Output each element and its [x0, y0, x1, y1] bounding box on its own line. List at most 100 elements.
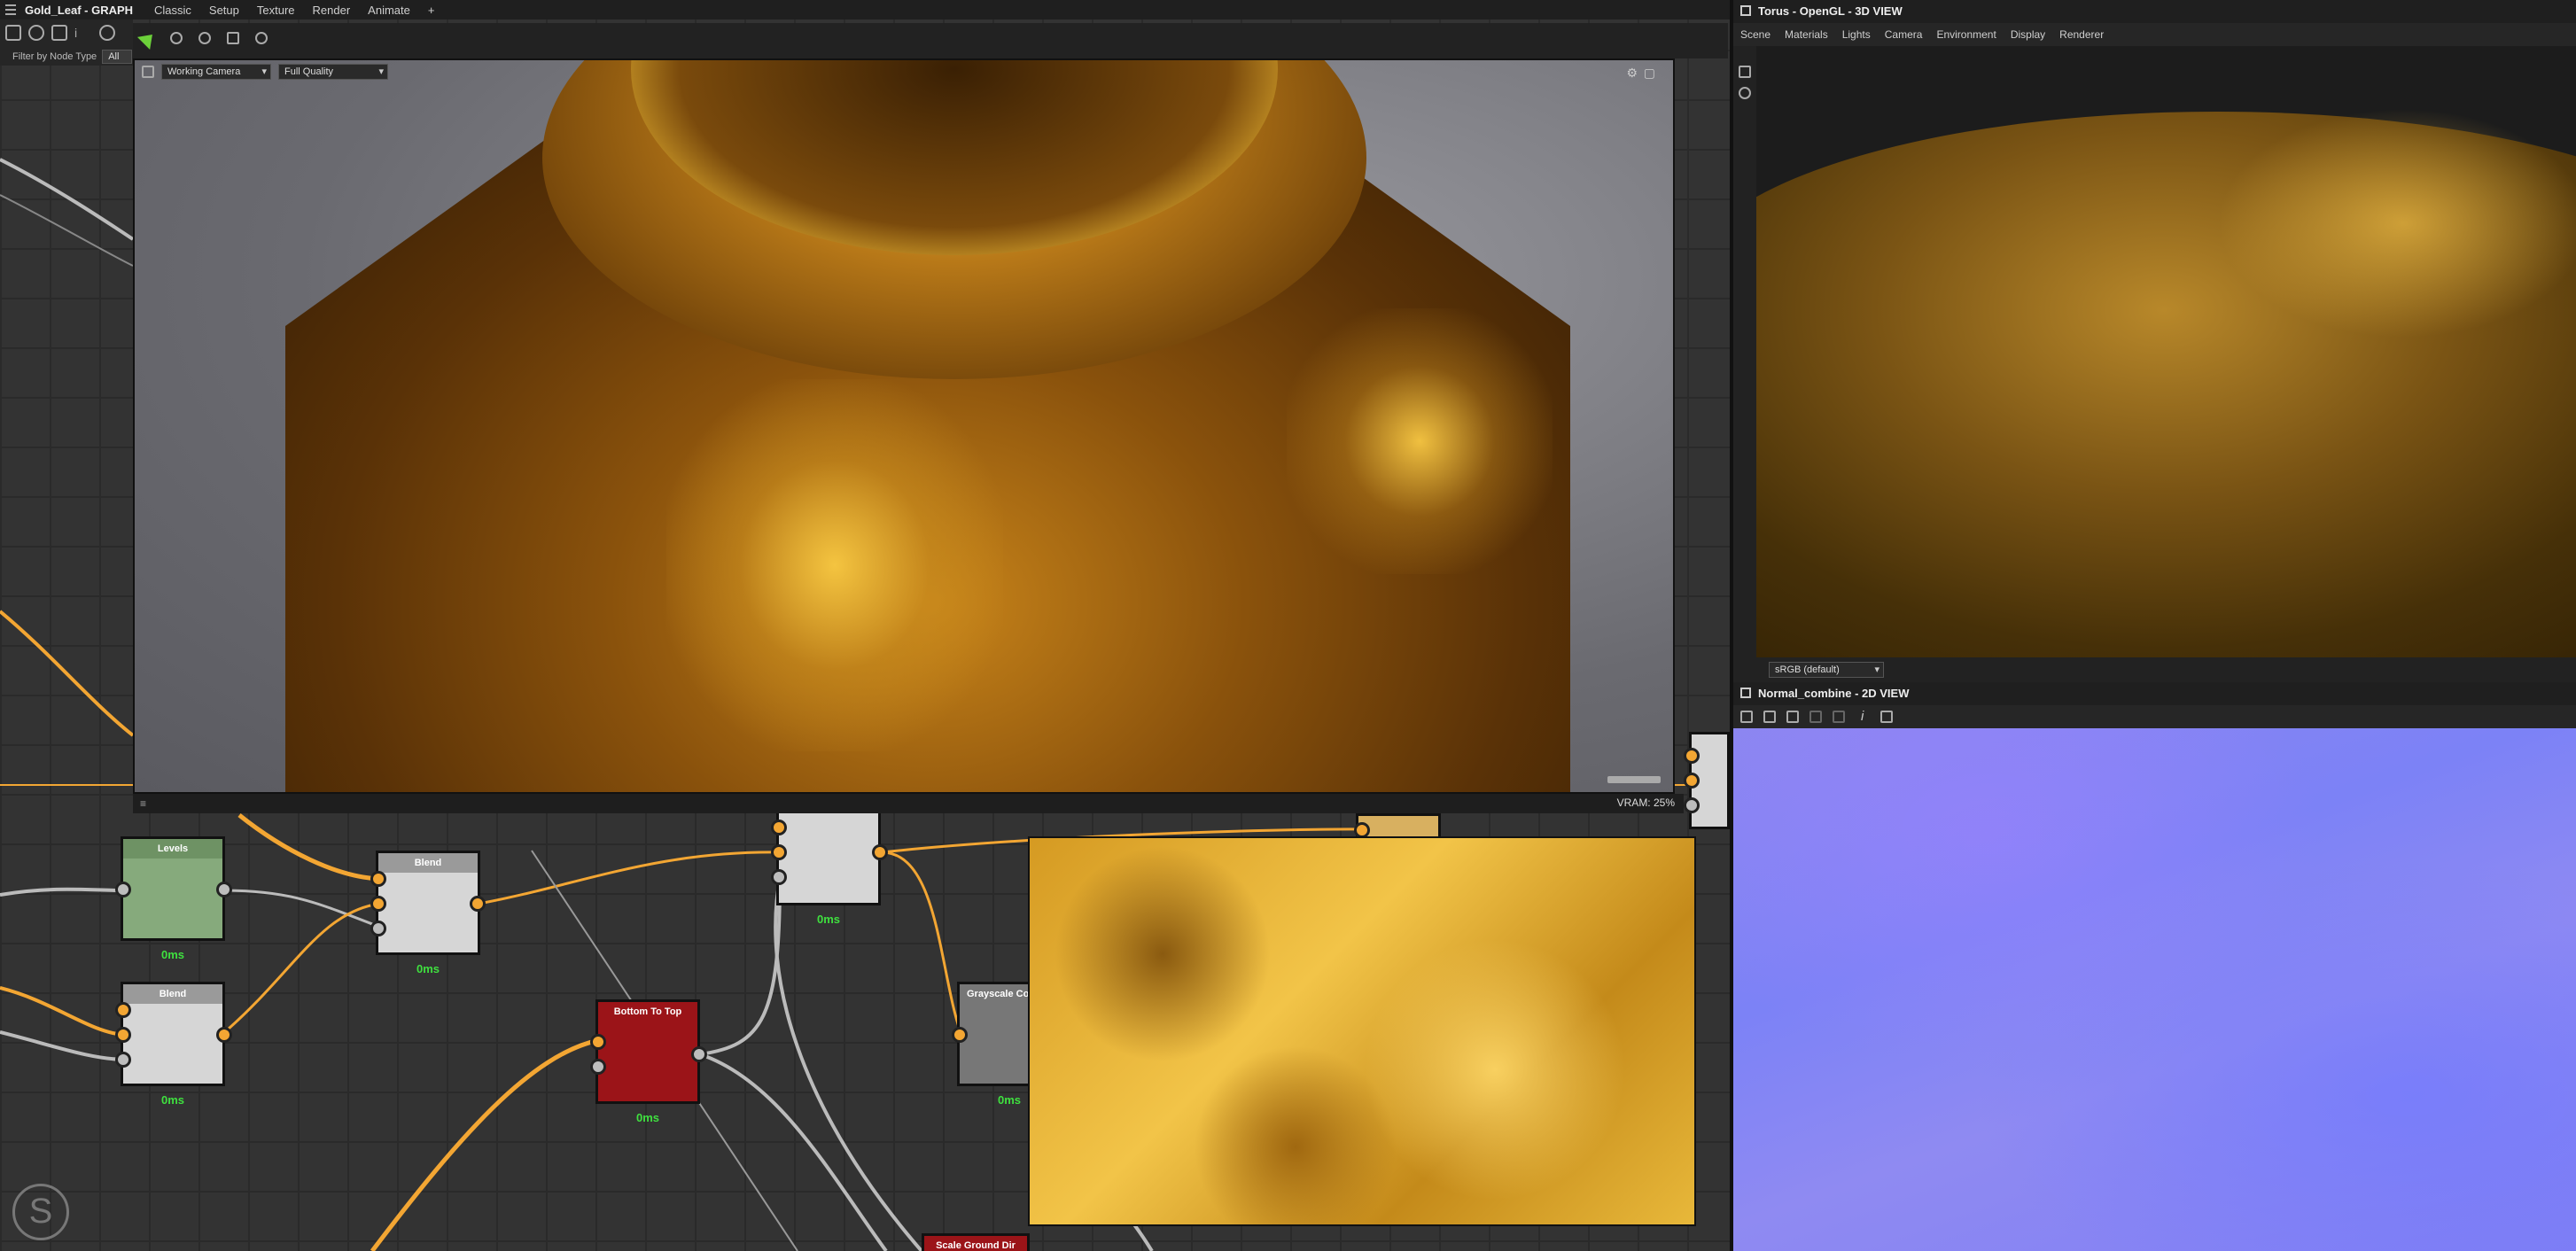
highlight	[666, 379, 1003, 751]
histogram-icon[interactable]	[1880, 711, 1893, 723]
settings-icon[interactable]: ⚙	[1626, 66, 1638, 81]
graph-title-bar: Gold_Leaf - GRAPH Classic Setup Texture …	[0, 0, 1730, 19]
render-viewport[interactable]: Working Camera Full Quality ⚙ ▢	[133, 58, 1675, 794]
output-port[interactable]	[216, 1027, 232, 1043]
texture-preview[interactable]	[1028, 836, 1696, 1226]
view-3d-panel: Torus - OpenGL - 3D VIEW Scene Materials…	[1733, 0, 2576, 682]
input-port[interactable]	[370, 871, 386, 887]
input-port[interactable]	[771, 820, 787, 835]
viewport-statusbar: ≡ VRAM: 25%	[133, 794, 1684, 813]
camera-icon[interactable]	[1739, 66, 1751, 78]
progress-bar	[1607, 776, 1661, 783]
output-port[interactable]	[216, 882, 232, 897]
light-icon[interactable]	[1739, 87, 1751, 99]
tab-animate[interactable]: Animate	[359, 4, 419, 17]
uv-icon[interactable]	[1833, 711, 1845, 723]
frame-icon[interactable]	[5, 25, 21, 41]
menu-lights[interactable]: Lights	[1835, 28, 1878, 41]
view-2d-toolbar: i	[1733, 705, 2576, 728]
input-port[interactable]	[370, 896, 386, 912]
view-3d-title-bar: Torus - OpenGL - 3D VIEW	[1733, 0, 2576, 23]
output-port[interactable]	[470, 896, 486, 912]
graph-node[interactable]: 0ms	[776, 810, 881, 926]
input-port[interactable]	[1684, 797, 1700, 813]
input-port[interactable]	[1684, 773, 1700, 789]
input-port[interactable]	[115, 1027, 131, 1043]
node-title: Scale Ground Dir	[924, 1236, 1027, 1251]
input-port[interactable]	[115, 1002, 131, 1018]
view-2d-panel: Normal_combine - 2D VIEW i	[1733, 682, 2576, 1251]
input-port[interactable]	[370, 921, 386, 936]
filter-label: Filter by Node Type	[12, 51, 97, 62]
tab-setup[interactable]: Setup	[200, 4, 248, 17]
input-port[interactable]	[590, 1059, 606, 1075]
node-title: Bottom To Top	[598, 1002, 697, 1022]
camera-icon[interactable]	[142, 66, 154, 78]
view-2d-title-bar: Normal_combine - 2D VIEW	[1733, 682, 2576, 705]
input-port[interactable]	[771, 844, 787, 860]
add-tab-button[interactable]: +	[419, 4, 444, 17]
output-port[interactable]	[872, 844, 888, 860]
scale-node[interactable]: Scale Ground Dir	[922, 1233, 1030, 1251]
view-3d-canvas[interactable]	[1756, 46, 2576, 657]
globe-icon[interactable]	[198, 32, 211, 44]
highlight	[1287, 308, 1553, 574]
node-time: 0ms	[160, 1093, 185, 1107]
graph-title: Gold_Leaf - GRAPH	[25, 3, 134, 17]
channel-icon[interactable]	[1809, 711, 1822, 723]
menu-renderer[interactable]: Renderer	[2052, 28, 2111, 41]
camera-icon[interactable]	[51, 25, 67, 41]
input-port[interactable]	[590, 1034, 606, 1050]
info-icon[interactable]: i	[74, 25, 90, 41]
viewport-toolbar	[133, 23, 1728, 58]
save-icon[interactable]	[1763, 711, 1776, 723]
info-icon[interactable]: i	[1861, 709, 1864, 724]
output-port[interactable]	[691, 1046, 707, 1062]
colorspace-select[interactable]: sRGB (default)	[1769, 662, 1884, 678]
select-tool-icon[interactable]	[136, 27, 160, 51]
normal-map-canvas[interactable]	[1733, 728, 2576, 1251]
vram-readout: VRAM: 25%	[1616, 796, 1675, 809]
blend-node[interactable]: Blend 0ms	[121, 982, 225, 1107]
copy-icon[interactable]	[1786, 711, 1799, 723]
tab-classic[interactable]: Classic	[145, 4, 200, 17]
tab-render[interactable]: Render	[304, 4, 360, 17]
node-title: Blend	[378, 853, 478, 873]
panel-icon[interactable]	[1740, 688, 1751, 698]
world-icon[interactable]	[255, 32, 268, 44]
input-port[interactable]	[771, 869, 787, 885]
move-icon[interactable]	[28, 25, 44, 41]
menu-materials[interactable]: Materials	[1778, 28, 1835, 41]
input-port[interactable]	[115, 1052, 131, 1068]
menu-display[interactable]: Display	[2004, 28, 2052, 41]
tab-texture[interactable]: Texture	[248, 4, 304, 17]
quality-select[interactable]: Full Quality	[278, 64, 388, 80]
list-icon[interactable]: ≡	[140, 797, 146, 810]
view-3d-menu: Scene Materials Lights Camera Environmen…	[1733, 23, 2576, 46]
panel-icon[interactable]	[1740, 5, 1751, 16]
blend-node[interactable]: Blend 0ms	[376, 851, 480, 975]
viewport-topbar: Working Camera Full Quality ⚙ ▢	[135, 60, 1673, 83]
menu-environment[interactable]: Environment	[1929, 28, 2003, 41]
menu-scene[interactable]: Scene	[1733, 28, 1778, 41]
node-time: 0ms	[635, 1111, 660, 1124]
input-port[interactable]	[952, 1027, 968, 1043]
levels-node[interactable]: Levels 0ms	[121, 836, 225, 961]
axis-icon[interactable]	[227, 32, 239, 44]
filter-select[interactable]: All	[102, 50, 133, 64]
camera-select[interactable]: Working Camera	[161, 64, 271, 80]
transform-icon[interactable]	[170, 32, 183, 44]
view-2d-title: Normal_combine - 2D VIEW	[1758, 687, 1910, 700]
logo-icon: S	[12, 1184, 69, 1240]
menu-camera[interactable]: Camera	[1878, 28, 1930, 41]
maximize-icon[interactable]: ▢	[1644, 66, 1655, 81]
highlight	[2217, 108, 2576, 338]
fit-icon[interactable]	[1740, 711, 1753, 723]
menu-icon[interactable]	[5, 4, 16, 15]
bottom-to-top-node[interactable]: Bottom To Top 0ms	[595, 999, 700, 1124]
input-port[interactable]	[1684, 748, 1700, 764]
input-port[interactable]	[115, 882, 131, 897]
node-time: 0ms	[160, 948, 185, 961]
search-icon[interactable]	[99, 25, 115, 41]
node-time: 0ms	[816, 913, 841, 926]
